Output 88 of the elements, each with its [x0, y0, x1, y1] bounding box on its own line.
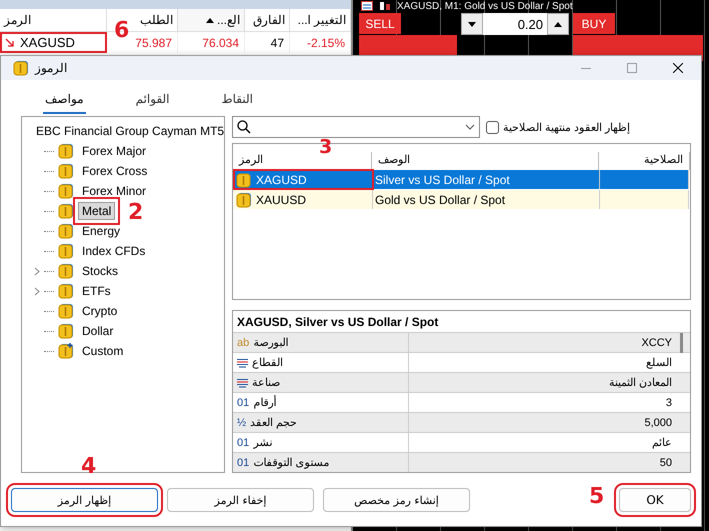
tree-item[interactable]: Forex Cross	[78, 162, 152, 180]
type-icon: ½	[237, 416, 246, 428]
type-icon: 01	[237, 456, 250, 468]
description-cell: Gold vs US Dollar / Spot	[373, 190, 600, 209]
list-icon	[237, 378, 248, 388]
coin-icon	[236, 192, 252, 208]
table-row[interactable]: XAUUSD Gold vs US Dollar / Spot	[234, 190, 689, 209]
caret-up-icon	[554, 22, 562, 26]
coin-icon	[58, 243, 74, 259]
tree-item[interactable]: Crypto	[78, 302, 122, 320]
property-label: حجم العقد	[250, 416, 298, 429]
window-title: الرموز	[35, 61, 67, 75]
property-value: عائم	[651, 436, 673, 451]
coin-icon	[236, 172, 252, 188]
coin-icon	[58, 143, 74, 159]
tree-item[interactable]: Dollar	[78, 322, 118, 340]
property-value: 3	[664, 396, 673, 410]
sell-button[interactable]: SELL	[359, 13, 401, 34]
spread-cell: 47	[245, 32, 290, 53]
symbol-cell: XAGUSD	[234, 170, 373, 189]
coin-icon	[58, 343, 74, 359]
coin-icon	[58, 283, 74, 299]
coin-icon	[58, 323, 74, 339]
tree-item[interactable]: Forex Major	[78, 142, 150, 160]
chevron-right-icon[interactable]	[34, 286, 40, 296]
tree-item[interactable]: Energy	[78, 222, 124, 240]
dialog-button[interactable]: إخفاء الرمز	[167, 488, 314, 512]
candles-icon	[379, 1, 391, 11]
table-row[interactable]: XAGUSD Silver vs US Dollar / Spot	[234, 170, 689, 189]
symbol-cell: XAUUSD	[234, 190, 373, 209]
property-label: القطاع	[252, 356, 283, 369]
sort-icon	[206, 18, 214, 22]
maximize-icon	[627, 63, 637, 73]
details-title: XAGUSD, Silver vs US Dollar / Spot	[236, 314, 440, 331]
symbol-cell[interactable]: XAGUSD	[0, 32, 107, 53]
property-label: مستوى التوقفات	[253, 456, 330, 469]
property-label: البورصة	[253, 336, 288, 349]
tab[interactable]: القوائم	[134, 90, 172, 114]
tab[interactable]: مواصف	[43, 90, 86, 114]
coin-icon	[58, 263, 74, 279]
chart-icon	[361, 1, 373, 11]
coin-icon	[58, 163, 74, 179]
coin-icon	[58, 223, 74, 239]
callout-number: 5	[589, 486, 604, 508]
chevron-right-icon[interactable]	[34, 266, 40, 276]
callout-number: 2	[128, 202, 144, 224]
type-icon: 01	[237, 396, 250, 408]
dialog-button[interactable]: إنشاء رمز مخصص	[323, 488, 470, 512]
close-icon	[673, 63, 683, 73]
chart-title: XAGUSD, M1: Gold vs US Dollar / Spot	[397, 0, 573, 12]
coin-icon	[58, 203, 74, 219]
coin-icon	[58, 183, 74, 199]
type-icon: ab	[237, 336, 250, 348]
description-cell: Silver vs US Dollar / Spot	[373, 170, 600, 189]
property-value: المعادن الثمينة	[608, 376, 673, 391]
decrease-button[interactable]	[461, 13, 483, 35]
search-icon	[237, 120, 251, 134]
checkbox[interactable]	[486, 120, 499, 134]
tree-item[interactable]: Forex Minor	[78, 182, 150, 200]
property-value: 5,000	[643, 416, 673, 430]
tree-item[interactable]: Custom	[78, 342, 128, 360]
buy-button[interactable]: BUY	[573, 13, 615, 34]
type-icon: 01	[237, 436, 250, 448]
property-value: 50	[658, 456, 673, 470]
list-icon	[237, 358, 248, 368]
search-field[interactable]	[232, 116, 480, 138]
change-cell: -2.15%	[290, 32, 351, 53]
tree-item[interactable]: Index CFDs	[78, 242, 150, 260]
tree-item[interactable]: EBC Financial Group Cayman MT5	[32, 122, 228, 140]
chevron-down-icon	[465, 124, 475, 130]
callout-number: 4	[81, 456, 96, 478]
increase-button[interactable]	[547, 13, 569, 35]
property-label: نشر	[253, 436, 272, 449]
tab[interactable]: النقاط	[220, 90, 255, 114]
tree-item[interactable]: Stocks	[78, 262, 122, 280]
property-value: السلع	[645, 356, 673, 371]
ask-cell: 76.034	[178, 32, 245, 53]
property-value: XCCY	[640, 336, 673, 350]
scrollbar-thumb[interactable]	[680, 333, 683, 353]
column-header[interactable]: الرمز	[233, 152, 372, 170]
property-label: صناعة	[252, 376, 280, 389]
coin-icon	[58, 303, 74, 319]
tree-item[interactable]: ETFs	[78, 282, 115, 300]
caret-down-icon	[468, 22, 476, 26]
checkbox-label: إظهار العقود منتهية الصلاحية	[503, 120, 630, 134]
coin-icon	[13, 60, 29, 76]
column-header[interactable]: ...الع	[178, 9, 245, 31]
property-label: أرقام	[253, 396, 276, 409]
